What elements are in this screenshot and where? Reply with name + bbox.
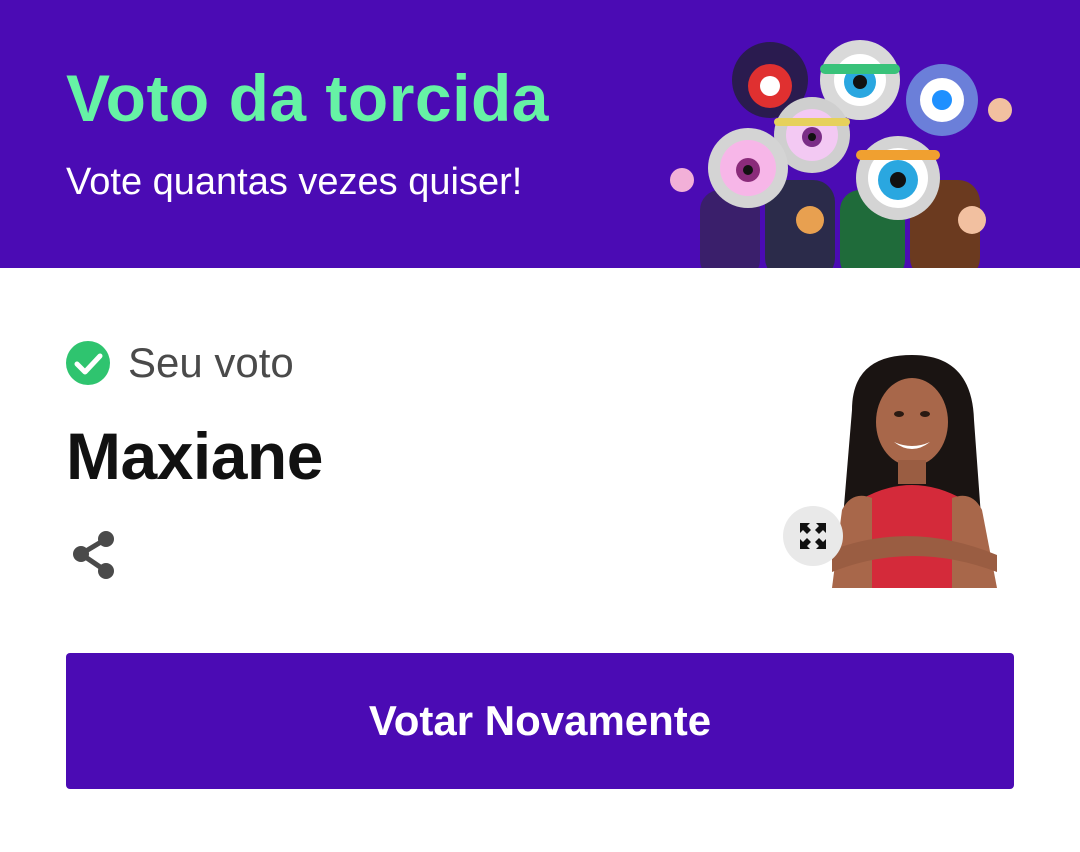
candidate-portrait	[812, 350, 1018, 588]
banner-title: Voto da torcida	[66, 61, 549, 135]
banner-subtitle: Vote quantas vezes quiser!	[66, 161, 523, 203]
expand-icon	[800, 523, 826, 549]
mascots-illustration	[670, 40, 1012, 268]
candidate-name: Maxiane	[66, 419, 323, 493]
your-vote-row: Seu voto	[66, 339, 294, 386]
candidate-photo	[812, 350, 1018, 588]
expand-photo-button[interactable]	[783, 506, 843, 566]
check-circle-icon	[66, 341, 110, 385]
header-banner: Voto da torcida Vote quantas vezes quise…	[0, 0, 1080, 268]
share-icon[interactable]	[70, 530, 118, 580]
vote-again-button[interactable]: Votar Novamente	[66, 653, 1014, 789]
your-vote-label: Seu voto	[128, 339, 294, 386]
